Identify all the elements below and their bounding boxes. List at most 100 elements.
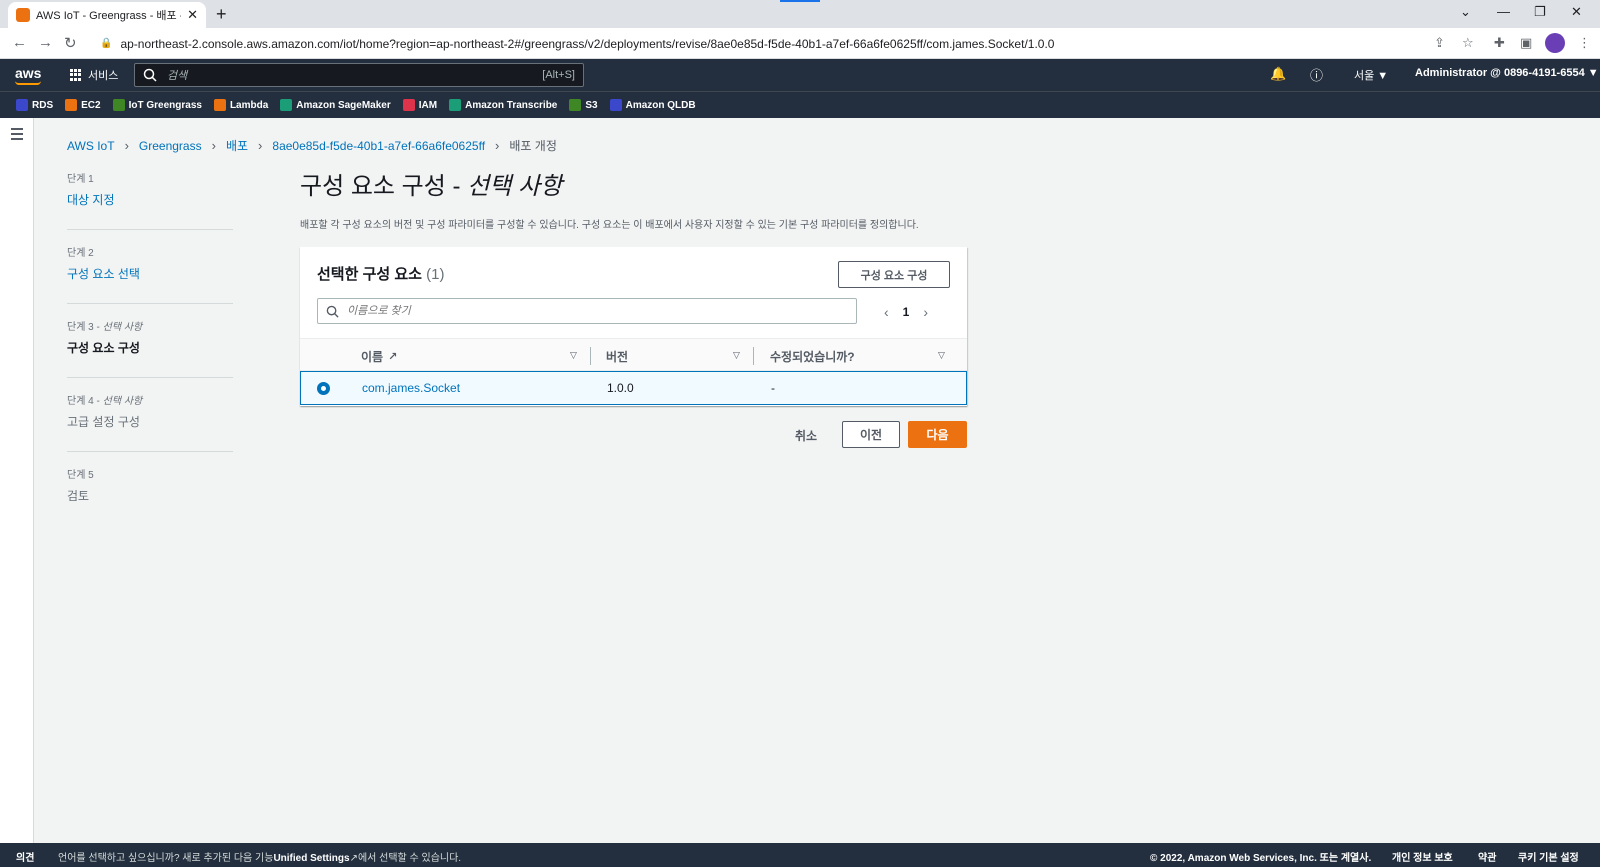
tab-search-icon[interactable]: ⌄ bbox=[1460, 4, 1471, 20]
favorite-qldb[interactable]: Amazon QLDB bbox=[609, 99, 696, 111]
console-footer: 의견 언어를 선택하고 싶으십니까? 새로 추가된 다음 기능Unified S… bbox=[0, 843, 1600, 867]
breadcrumb-deployments[interactable]: 배포 bbox=[226, 137, 248, 154]
terms-link[interactable]: 약관 bbox=[1478, 849, 1496, 864]
favorite-rds[interactable]: RDS bbox=[16, 99, 53, 111]
hamburger-menu-icon[interactable] bbox=[11, 128, 23, 143]
component-name-link[interactable]: com.james.Socket bbox=[362, 381, 460, 395]
previous-button[interactable]: 이전 bbox=[842, 421, 900, 448]
selected-components-panel: 선택한 구성 요소 (1) 구성 요소 구성 ‹ 1 › 이름↗ ▽ 버전 ▽ … bbox=[300, 247, 967, 406]
unified-settings-link[interactable]: Unified Settings bbox=[273, 853, 349, 864]
filter-input[interactable] bbox=[347, 305, 827, 317]
close-window-icon[interactable]: ✕ bbox=[1571, 4, 1582, 20]
tab-title: AWS IoT - Greengrass - 배포 - bbox=[36, 10, 182, 22]
reload-icon[interactable]: ↻ bbox=[64, 34, 77, 52]
filter-box[interactable] bbox=[317, 298, 857, 324]
browser-menu-icon[interactable]: ⋮ bbox=[1578, 35, 1591, 51]
cancel-button[interactable]: 취소 bbox=[795, 427, 817, 444]
favorite-iam[interactable]: IAM bbox=[402, 99, 437, 111]
copyright-text: © 2022, Amazon Web Services, Inc. 또는 계열사… bbox=[1150, 853, 1372, 864]
profile-avatar[interactable] bbox=[1545, 33, 1565, 53]
step-number: 단계 5 bbox=[67, 470, 94, 481]
component-version: 1.0.0 bbox=[607, 381, 634, 395]
url-bar[interactable]: 🔒 ap-northeast-2.console.aws.amazon.com/… bbox=[92, 32, 1484, 55]
lambda-icon bbox=[213, 99, 226, 111]
page-title: 구성 요소 구성 - 선택 사항 bbox=[300, 173, 563, 200]
favorite-lambda[interactable]: Lambda bbox=[213, 99, 268, 111]
side-panel-icon[interactable]: ▣ bbox=[1520, 35, 1532, 51]
favorite-ec2[interactable]: EC2 bbox=[65, 99, 101, 111]
minimize-icon[interactable]: — bbox=[1497, 4, 1510, 19]
global-search[interactable]: 검색 [Alt+S] bbox=[134, 63, 584, 87]
prev-page-icon[interactable]: ‹ bbox=[884, 304, 889, 320]
column-divider[interactable] bbox=[753, 347, 754, 365]
search-shortcut: [Alt+S] bbox=[542, 69, 575, 81]
back-icon[interactable]: ← bbox=[12, 34, 27, 51]
column-header-name[interactable]: 이름 ↗ bbox=[361, 348, 397, 365]
new-tab-icon[interactable]: + bbox=[216, 4, 227, 25]
sagemaker-icon bbox=[280, 99, 293, 111]
favorite-sagemaker[interactable]: Amazon SageMaker bbox=[280, 99, 391, 111]
external-link-icon: ↗ bbox=[349, 853, 358, 864]
pagination: ‹ 1 › bbox=[884, 304, 928, 320]
breadcrumb-aws-iot[interactable]: AWS IoT bbox=[67, 139, 115, 153]
chevron-right-icon: › bbox=[211, 138, 216, 153]
services-grid-icon bbox=[70, 69, 82, 81]
favorite-iot-greengrass[interactable]: IoT Greengrass bbox=[112, 99, 202, 111]
forward-icon[interactable]: → bbox=[38, 34, 53, 51]
step-link-components[interactable]: 구성 요소 선택 bbox=[67, 265, 233, 282]
favorite-s3[interactable]: S3 bbox=[569, 99, 598, 111]
sort-caret-icon[interactable]: ▽ bbox=[570, 350, 577, 361]
lock-icon[interactable]: 🔒 bbox=[100, 38, 112, 49]
cookie-preferences-link[interactable]: 쿠키 기본 설정 bbox=[1518, 849, 1579, 864]
aws-logo-smile bbox=[15, 81, 41, 85]
url-text: ap-northeast-2.console.aws.amazon.com/io… bbox=[120, 36, 1055, 51]
sort-caret-icon[interactable]: ▽ bbox=[733, 350, 740, 361]
next-button[interactable]: 다음 bbox=[908, 421, 967, 448]
page-number[interactable]: 1 bbox=[903, 305, 910, 319]
services-menu[interactable]: 서비스 bbox=[70, 67, 118, 83]
browser-tab[interactable]: AWS IoT - Greengrass - 배포 - ✕ bbox=[8, 2, 206, 28]
step-advanced-settings: 고급 설정 구성 bbox=[67, 415, 140, 429]
notifications-bell-icon[interactable]: 🔔 bbox=[1270, 66, 1286, 82]
configure-component-button[interactable]: 구성 요소 구성 bbox=[838, 261, 950, 288]
page-description: 배포할 각 구성 요소의 버전 및 구성 파라미터를 구성할 수 있습니다. 구… bbox=[300, 220, 919, 231]
row-select-radio[interactable] bbox=[317, 382, 330, 395]
panel-title: 선택한 구성 요소 (1) bbox=[317, 266, 445, 283]
table-row[interactable]: com.james.Socket 1.0.0 - bbox=[300, 371, 967, 405]
account-menu[interactable]: Administrator @ 0896-4191-6554 ▼ bbox=[1415, 67, 1599, 79]
breadcrumb-greengrass[interactable]: Greengrass bbox=[139, 139, 202, 153]
restore-icon[interactable]: ❐ bbox=[1534, 4, 1546, 20]
table-header: 이름 ↗ ▽ 버전 ▽ 수정되었습니까? ▽ bbox=[300, 338, 967, 371]
step-current-configure: 구성 요소 구성 bbox=[67, 341, 140, 355]
tab-close-icon[interactable]: ✕ bbox=[187, 7, 198, 23]
wizard-step-3: 단계 3 - 선택 사항 구성 요소 구성 bbox=[67, 316, 233, 378]
column-header-modified[interactable]: 수정되었습니까? bbox=[770, 348, 855, 365]
extensions-icon[interactable]: ✚ bbox=[1494, 35, 1505, 51]
help-icon[interactable]: ⓘ bbox=[1310, 65, 1323, 84]
breadcrumb-deployment-id[interactable]: 8ae0e85d-f5de-40b1-a7ef-66a6fe0625ff bbox=[272, 139, 485, 153]
address-bar-row: ← → ↻ 🔒 ap-northeast-2.console.aws.amazo… bbox=[0, 28, 1600, 59]
breadcrumb-current: 배포 개정 bbox=[509, 139, 557, 153]
aws-logo[interactable]: aws bbox=[15, 65, 41, 81]
next-page-icon[interactable]: › bbox=[923, 304, 928, 320]
step-link-target[interactable]: 대상 지정 bbox=[67, 191, 233, 208]
step-review: 검토 bbox=[67, 489, 90, 503]
chevron-right-icon: › bbox=[258, 138, 263, 153]
column-header-version[interactable]: 버전 bbox=[606, 348, 628, 365]
privacy-link[interactable]: 개인 정보 보호 bbox=[1392, 849, 1453, 864]
favorite-transcribe[interactable]: Amazon Transcribe bbox=[449, 99, 557, 111]
region-selector[interactable]: 서울 ▼ bbox=[1354, 67, 1388, 83]
external-link-icon: ↗ bbox=[388, 351, 398, 363]
step-number: 단계 3 - 선택 사항 bbox=[67, 322, 143, 333]
feedback-link[interactable]: 의견 bbox=[16, 849, 34, 864]
rds-icon bbox=[16, 99, 28, 111]
column-divider[interactable] bbox=[590, 347, 591, 365]
step-number: 단계 4 - 선택 사항 bbox=[67, 396, 143, 407]
bookmark-star-icon[interactable]: ☆ bbox=[1462, 35, 1474, 51]
search-placeholder: 검색 bbox=[167, 70, 188, 82]
wizard-step-4: 단계 4 - 선택 사항 고급 설정 구성 bbox=[67, 390, 233, 452]
browser-tab-bar: AWS IoT - Greengrass - 배포 - ✕ + ⌄ — ❐ ✕ bbox=[0, 0, 1600, 28]
ec2-icon bbox=[65, 99, 78, 111]
share-icon[interactable]: ⇪ bbox=[1434, 35, 1445, 51]
sort-caret-icon[interactable]: ▽ bbox=[938, 350, 945, 361]
